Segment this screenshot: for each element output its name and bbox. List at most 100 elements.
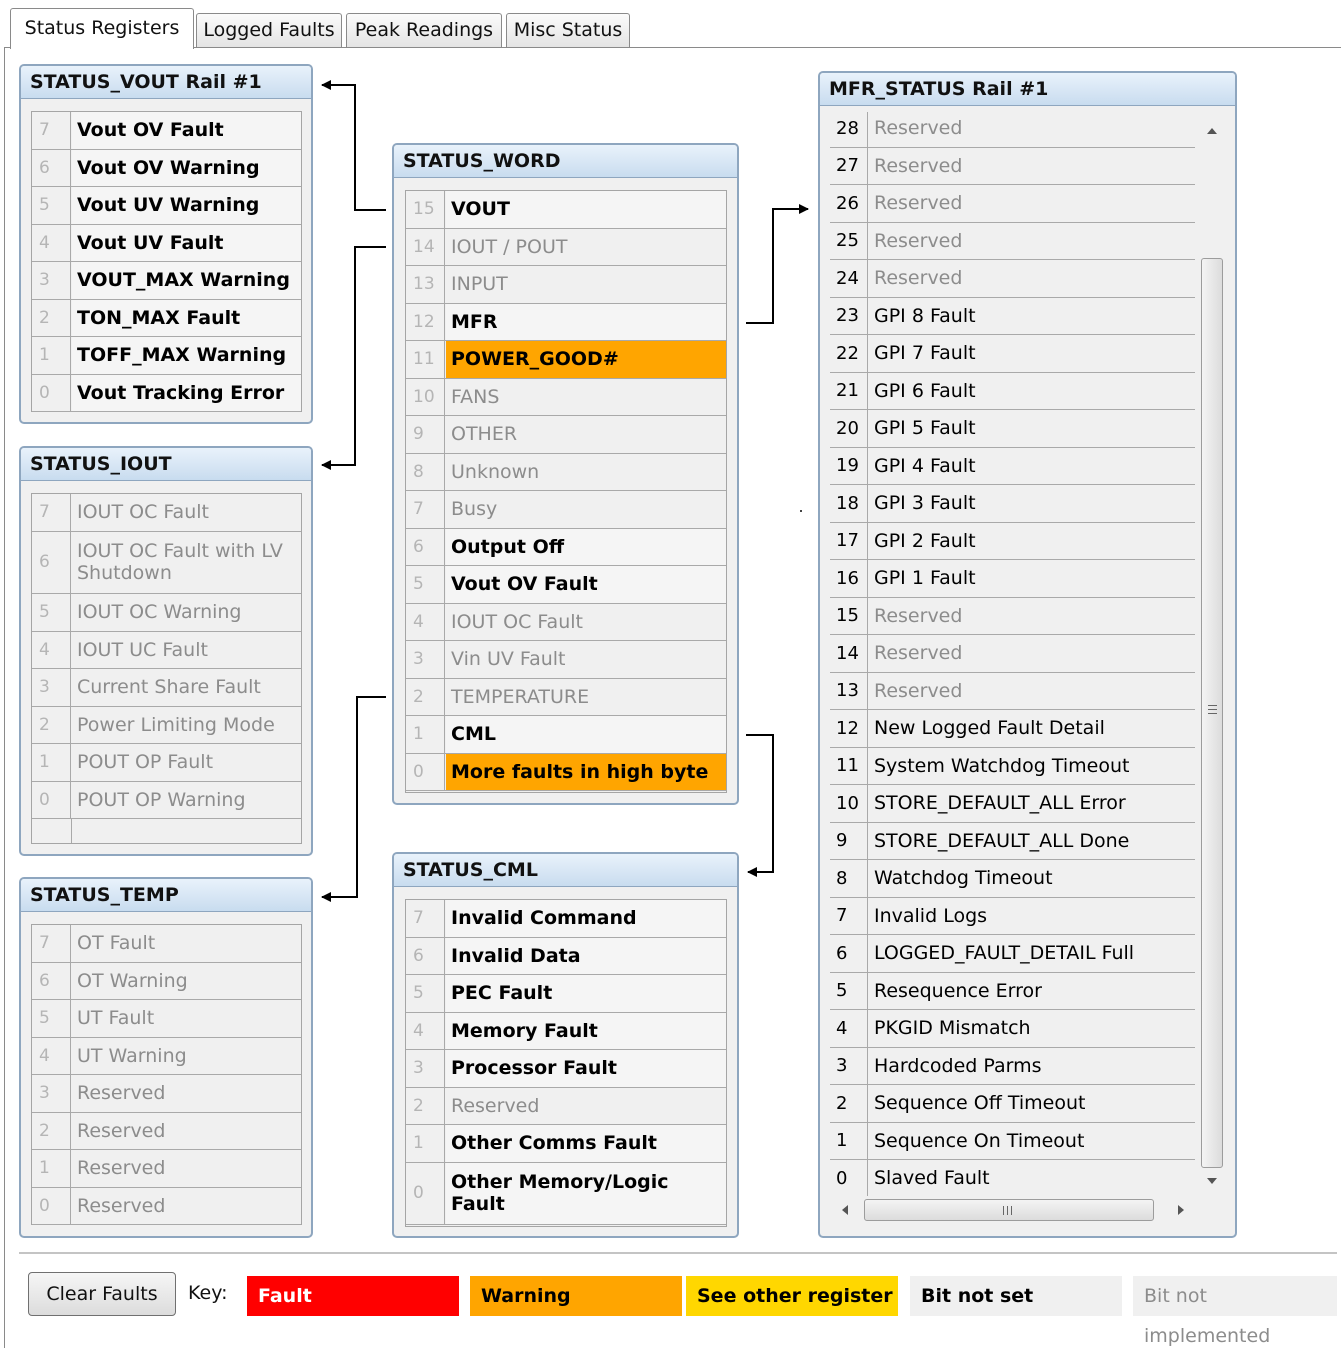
bit-number: 4 — [32, 224, 71, 261]
register-bit-row: 2 TON_MAX Fault — [32, 299, 301, 337]
status-iout-panel: STATUS_IOUT 7 IOUT OC Fault 6 IOUT OC Fault… — [19, 446, 313, 856]
bit-number: 21 — [830, 372, 868, 409]
bit-label: Reserved — [77, 1119, 166, 1142]
horizontal-scrollbar[interactable] — [830, 1196, 1198, 1224]
register-bit-row: 3 VOUT_MAX Warning — [32, 262, 301, 300]
bit-number: 8 — [830, 860, 868, 897]
bit-label: IOUT / POUT — [451, 235, 568, 258]
mfr-bit-row: 18 GPI 3 Fault — [830, 485, 1195, 523]
column-divider — [71, 819, 72, 843]
horizontal-scroll-thumb[interactable] — [864, 1199, 1154, 1221]
status-word-panel: STATUS_WORD 15 VOUT 14 IOUT / POUT 13 INPUT 12… — [392, 143, 739, 805]
bit-label: Reserved — [874, 154, 963, 177]
bit-label: Vout UV Warning — [72, 187, 301, 224]
bit-number: 0 — [32, 374, 71, 411]
bit-number: 1 — [32, 1150, 71, 1187]
bit-number: 5 — [406, 566, 445, 603]
bit-label: Power Limiting Mode — [77, 713, 275, 736]
mfr-bit-row: 4 PKGID Mismatch — [830, 1010, 1195, 1048]
mfr-bit-row: 12 New Logged Fault Detail — [830, 710, 1195, 748]
bit-number: 3 — [406, 1050, 445, 1087]
bit-number: 1 — [406, 1125, 445, 1162]
bit-number: 2 — [406, 1087, 445, 1124]
bit-label: Sequence On Timeout — [874, 1129, 1085, 1152]
register-bit-row: 0 POUT OP Warning — [32, 781, 301, 819]
bit-number: 3 — [32, 669, 71, 706]
bit-number: 16 — [830, 560, 868, 597]
mfr-bit-row: 13 Reserved — [830, 672, 1195, 710]
bit-number: 7 — [406, 491, 445, 528]
bit-number: 24 — [830, 260, 868, 297]
bit-number: 23 — [830, 297, 868, 334]
register-bit-row: 4 UT Warning — [32, 1037, 301, 1075]
bit-number: 20 — [830, 410, 868, 447]
panel-title: STATUS_CML — [394, 854, 737, 887]
bit-label: Busy — [451, 498, 498, 521]
bit-number: 4 — [32, 631, 71, 668]
mfr-bit-row: 9 STORE_DEFAULT_ALL Done — [830, 822, 1195, 860]
bit-label: Vout Tracking Error — [72, 374, 301, 411]
register-bit-row: 3 Vin UV Fault — [406, 641, 726, 679]
bit-label: TON_MAX Fault — [72, 299, 301, 336]
scroll-right-icon[interactable] — [1178, 1205, 1184, 1215]
bit-label: GPI 8 Fault — [874, 304, 976, 327]
tab-status-registers[interactable]: Status Registers — [10, 8, 194, 49]
bit-number: 12 — [830, 710, 868, 747]
vertical-scroll-thumb[interactable] — [1201, 258, 1223, 1168]
register-bit-row: 13 INPUT — [406, 266, 726, 304]
bit-number: 27 — [830, 147, 868, 184]
scroll-down-icon[interactable] — [1207, 1178, 1217, 1184]
scroll-up-icon[interactable] — [1207, 128, 1217, 134]
bit-number: 6 — [32, 149, 71, 186]
bit-label: More faults in high byte — [446, 753, 726, 790]
bit-label: Vout OV Fault — [446, 566, 726, 603]
bit-label: Current Share Fault — [77, 676, 261, 699]
bit-label: Invalid Command — [446, 900, 726, 937]
register-bit-list: 7 Invalid Command 6 Invalid Data 5 PEC Fault 4… — [405, 899, 727, 1227]
register-bit-row: 15 VOUT — [406, 191, 726, 229]
bit-label: GPI 3 Fault — [874, 492, 976, 515]
connector-temp — [321, 696, 386, 902]
bit-number: 4 — [32, 1037, 71, 1074]
bit-number: 13 — [406, 266, 445, 303]
panel-title: STATUS_TEMP — [21, 879, 311, 912]
bit-number: 5 — [32, 1000, 71, 1037]
bit-number: 0 — [830, 1160, 868, 1197]
bit-label: IOUT OC Warning — [77, 601, 242, 624]
bit-label: Resequence Error — [874, 979, 1042, 1002]
bit-label: Processor Fault — [446, 1050, 726, 1087]
grip-icon — [1208, 705, 1217, 714]
bit-label: Reserved — [874, 229, 963, 252]
bit-label: VOUT — [446, 191, 726, 228]
bit-number: 3 — [32, 1075, 71, 1112]
bit-label: TEMPERATURE — [451, 685, 590, 708]
status-vout-panel: STATUS_VOUT Rail #1 7 Vout OV Fault 6 Vout … — [19, 64, 313, 424]
bit-number: 14 — [830, 635, 868, 672]
scroll-left-icon[interactable] — [842, 1205, 848, 1215]
vertical-scrollbar[interactable] — [1198, 112, 1225, 1196]
bit-number: 7 — [830, 897, 868, 934]
bit-label: GPI 4 Fault — [874, 454, 976, 477]
mfr-bit-row: 21 GPI 6 Fault — [830, 372, 1195, 410]
bit-label: CML — [446, 716, 726, 753]
clear-faults-button[interactable]: Clear Faults — [28, 1272, 176, 1316]
bit-number: 1 — [32, 337, 71, 374]
key-see-other-register: See other register — [686, 1276, 898, 1316]
bit-number: 7 — [32, 494, 71, 531]
mfr-bit-row: 25 Reserved — [830, 222, 1195, 260]
register-bit-row: 14 IOUT / POUT — [406, 228, 726, 266]
grip-icon — [1003, 1206, 1012, 1215]
mfr-bit-row: 8 Watchdog Timeout — [830, 860, 1195, 898]
bit-label: STORE_DEFAULT_ALL Done — [874, 829, 1130, 852]
bit-label: Reserved — [874, 192, 963, 215]
mfr-bit-row: 0 Slaved Fault — [830, 1160, 1195, 1198]
bit-label: GPI 7 Fault — [874, 342, 976, 365]
mfr-bit-row: 5 Resequence Error — [830, 972, 1195, 1010]
bit-number: 5 — [406, 975, 445, 1012]
bit-label: OT Warning — [77, 969, 188, 992]
mfr-scroll-view: 28 Reserved 27 Reserved 26 Reserved 25 Reserved… — [830, 112, 1225, 1224]
bit-label: Vout OV Warning — [72, 149, 301, 186]
register-bit-row: 0 Reserved — [32, 1187, 301, 1225]
panel-title: MFR_STATUS Rail #1 — [820, 73, 1235, 106]
bit-number: 2 — [32, 706, 71, 743]
